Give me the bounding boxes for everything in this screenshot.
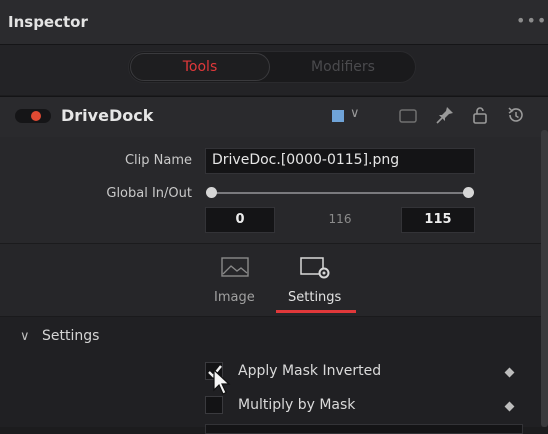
multiply-by-mask-label: Multiply by Mask	[238, 397, 356, 413]
toggle-indicator-icon	[31, 111, 41, 121]
chevron-down-icon[interactable]: ∨	[350, 106, 360, 121]
image-icon[interactable]	[221, 257, 249, 277]
mouse-cursor-icon	[213, 368, 231, 395]
subtab-settings[interactable]: Settings	[288, 290, 341, 305]
apply-mask-inverted-label: Apply Mask Inverted	[238, 363, 382, 379]
clip-name-label: Clip Name	[124, 153, 192, 168]
scrollbar[interactable]	[541, 130, 548, 427]
range-end-handle[interactable]	[463, 187, 474, 198]
multiply-by-mask-checkbox[interactable]	[205, 396, 223, 414]
section-title[interactable]: Settings	[42, 328, 99, 344]
active-tab-indicator	[276, 310, 356, 313]
panel-title: Inspector	[8, 13, 88, 31]
partial-field[interactable]	[205, 424, 523, 434]
global-out-field[interactable]: 115	[401, 207, 475, 233]
node-version-icon[interactable]	[398, 106, 420, 126]
reset-icon[interactable]	[505, 104, 527, 126]
settings-icon[interactable]	[300, 257, 332, 279]
global-mid-value: 116	[328, 212, 352, 226]
clip-name-field[interactable]: DriveDoc.[0000-0115].png	[205, 148, 475, 174]
more-options-icon[interactable]: •••	[516, 11, 547, 30]
subtab-bar	[0, 244, 548, 316]
subtab-image[interactable]: Image	[214, 290, 255, 305]
lock-icon[interactable]	[470, 104, 490, 126]
node-name: DriveDock	[61, 106, 154, 125]
collapse-chevron-icon[interactable]: ∨	[20, 329, 30, 344]
tab-modifiers[interactable]: Modifiers	[272, 53, 414, 81]
global-in-field[interactable]: 0	[205, 207, 275, 233]
global-range-slider[interactable]	[213, 192, 469, 194]
pin-icon[interactable]	[434, 104, 456, 126]
range-start-handle[interactable]	[206, 187, 217, 198]
tab-tools[interactable]: Tools	[130, 53, 270, 81]
global-in-out-label: Global In/Out	[106, 186, 192, 201]
node-color-swatch[interactable]	[332, 110, 344, 122]
